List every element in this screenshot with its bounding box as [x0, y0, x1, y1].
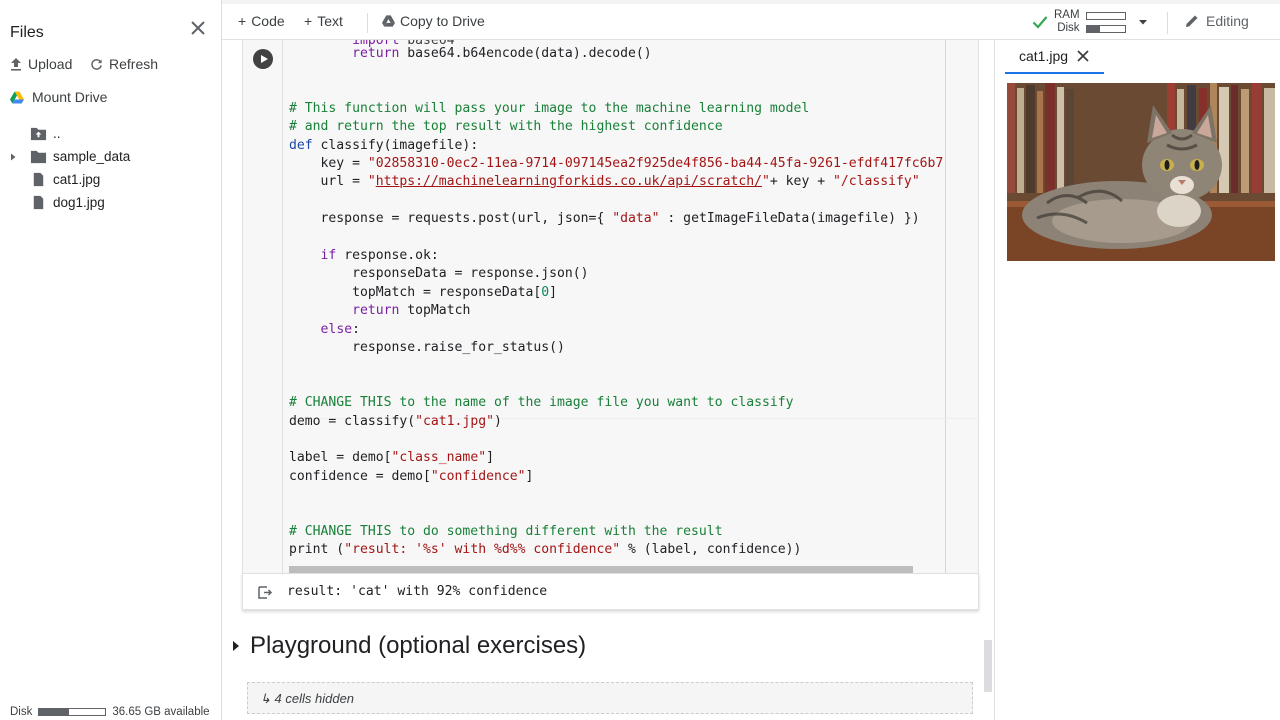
code-line: key = "02858310-0ec2-11ea-9714-097145ea2… — [289, 155, 944, 171]
code-line: # This function will pass your image to … — [289, 100, 810, 116]
code-line: if response.ok: — [320, 247, 439, 263]
notebook-toolbar: + Code + Text Copy to Drive RAM Disk Edi… — [222, 0, 1280, 40]
disk-label: Disk — [10, 706, 33, 718]
code-line: # CHANGE THIS to do something different … — [289, 523, 723, 539]
tree-item-parent[interactable]: .. — [8, 122, 218, 145]
google-drive-icon — [382, 15, 395, 27]
toolbar-divider — [1167, 12, 1168, 34]
code-cell[interactable]: import base64 return base64.b64encode(da… — [242, 40, 979, 610]
copy-to-drive-label: Copy to Drive — [400, 13, 485, 29]
disk-usage-fill — [39, 709, 70, 715]
refresh-label: Refresh — [109, 56, 159, 72]
ram-bar — [1085, 11, 1126, 20]
tree-item-folder[interactable]: sample_data — [8, 145, 218, 168]
section-title: Playground (optional exercises) — [250, 632, 587, 659]
editing-label: Editing — [1206, 13, 1249, 29]
mount-drive-label: Mount Drive — [32, 89, 108, 105]
add-text-button[interactable]: + Text — [304, 13, 343, 29]
disk-available: 36.65 GB available — [112, 706, 210, 718]
code-editor[interactable]: import base64 return base64.b64encode(da… — [243, 40, 978, 580]
hidden-cells-button[interactable]: ↳ 4 cells hidden — [247, 682, 973, 714]
mount-drive-button[interactable]: Mount Drive — [10, 89, 107, 105]
pencil-icon — [1186, 15, 1198, 27]
tree-item-label: dog1.jpg — [53, 195, 105, 210]
disk-bar — [1085, 24, 1126, 33]
upload-icon — [11, 58, 21, 71]
code-line: topMatch = responseData[0] — [289, 284, 558, 300]
close-icon[interactable] — [1076, 49, 1090, 63]
checkmark-icon — [1032, 16, 1048, 29]
code-line: confidence = demo["confidence"] — [289, 468, 534, 484]
plus-icon: + — [304, 13, 313, 29]
copy-to-drive-button[interactable]: Copy to Drive — [382, 13, 485, 29]
code-line: return base64.b64encode(data).decode() — [352, 45, 652, 61]
editing-mode-button[interactable]: Editing — [1184, 13, 1249, 29]
tree-item-label: cat1.jpg — [53, 172, 101, 187]
disk-usage-bar — [38, 708, 107, 716]
google-drive-icon — [10, 91, 24, 103]
file-icon — [33, 172, 44, 187]
output-icon[interactable] — [257, 584, 273, 600]
image-viewer-panel: cat1.jpg — [994, 40, 1280, 720]
folder-icon — [30, 150, 47, 164]
file-icon — [33, 195, 44, 210]
return-arrow-icon: ↳ — [260, 691, 271, 706]
plus-icon: + — [238, 13, 247, 29]
disk-fill — [1086, 25, 1100, 32]
dropdown-arrow-icon[interactable] — [1134, 16, 1152, 28]
code-line: label = demo["class_name"] — [289, 450, 494, 466]
runtime-resources[interactable]: RAM Disk — [1032, 9, 1152, 35]
code-line: responseData = response.json() — [289, 266, 589, 282]
output-text: result: 'cat' with 92% confidence — [287, 584, 548, 599]
notebook-area: import base64 return base64.b64encode(da… — [222, 40, 994, 720]
refresh-icon — [91, 58, 102, 70]
files-panel: Files Upload Refresh Mount Drive .. samp… — [0, 0, 222, 720]
tree-item-label: .. — [53, 126, 61, 141]
close-icon[interactable] — [188, 18, 208, 38]
ram-label: RAM — [1054, 9, 1080, 21]
add-code-button[interactable]: + Code — [238, 13, 285, 29]
add-text-label: Text — [317, 13, 343, 29]
viewer-tab[interactable]: cat1.jpg — [1005, 40, 1105, 74]
code-line: url = "https://machinelearningforkids.co… — [289, 174, 920, 190]
upload-label: Upload — [28, 56, 73, 72]
code-line: demo = classify("cat1.jpg") — [289, 413, 502, 429]
folder-up-icon — [30, 127, 47, 141]
resource-labels: RAM Disk — [1054, 9, 1080, 35]
hidden-cells-label: 4 cells hidden — [274, 691, 355, 706]
section-header[interactable]: Playground (optional exercises) — [232, 632, 586, 660]
tree-item-file[interactable]: dog1.jpg — [8, 191, 218, 214]
code-line: else: — [320, 321, 360, 337]
code-line: response = requests.post(url, json={ "da… — [289, 211, 920, 227]
code-line: def classify(imagefile): — [289, 137, 479, 153]
disk-usage: Disk 36.65 GB available — [10, 706, 210, 718]
add-code-label: Code — [251, 13, 285, 29]
code-line: response.raise_for_status() — [289, 339, 565, 355]
cat-image — [1007, 83, 1275, 261]
resource-bars — [1085, 11, 1126, 33]
toolbar-divider — [367, 13, 368, 33]
cell-output: result: 'cat' with 92% confidence — [242, 573, 979, 610]
disk-label: Disk — [1057, 22, 1080, 34]
caret-right-icon[interactable] — [232, 640, 240, 652]
code-line: print ("result: '%s' with %d%% confidenc… — [289, 542, 802, 558]
viewer-tab-label: cat1.jpg — [1019, 48, 1069, 64]
refresh-button[interactable]: Refresh — [90, 56, 158, 72]
caret-right-icon[interactable] — [8, 152, 18, 162]
file-tree: .. sample_data cat1.jpg dog1.jpg — [8, 122, 218, 214]
code-line: # and return the top result with the hig… — [289, 119, 723, 135]
tree-item-file[interactable]: cat1.jpg — [8, 168, 218, 191]
cat-photo — [1007, 83, 1275, 261]
upload-button[interactable]: Upload — [10, 56, 72, 72]
code-line: return topMatch — [352, 303, 471, 319]
tree-item-label: sample_data — [53, 149, 131, 164]
files-panel-title: Files — [10, 24, 44, 41]
vertical-scrollbar[interactable] — [984, 640, 992, 692]
code-line: # CHANGE THIS to the name of the image f… — [289, 395, 794, 411]
